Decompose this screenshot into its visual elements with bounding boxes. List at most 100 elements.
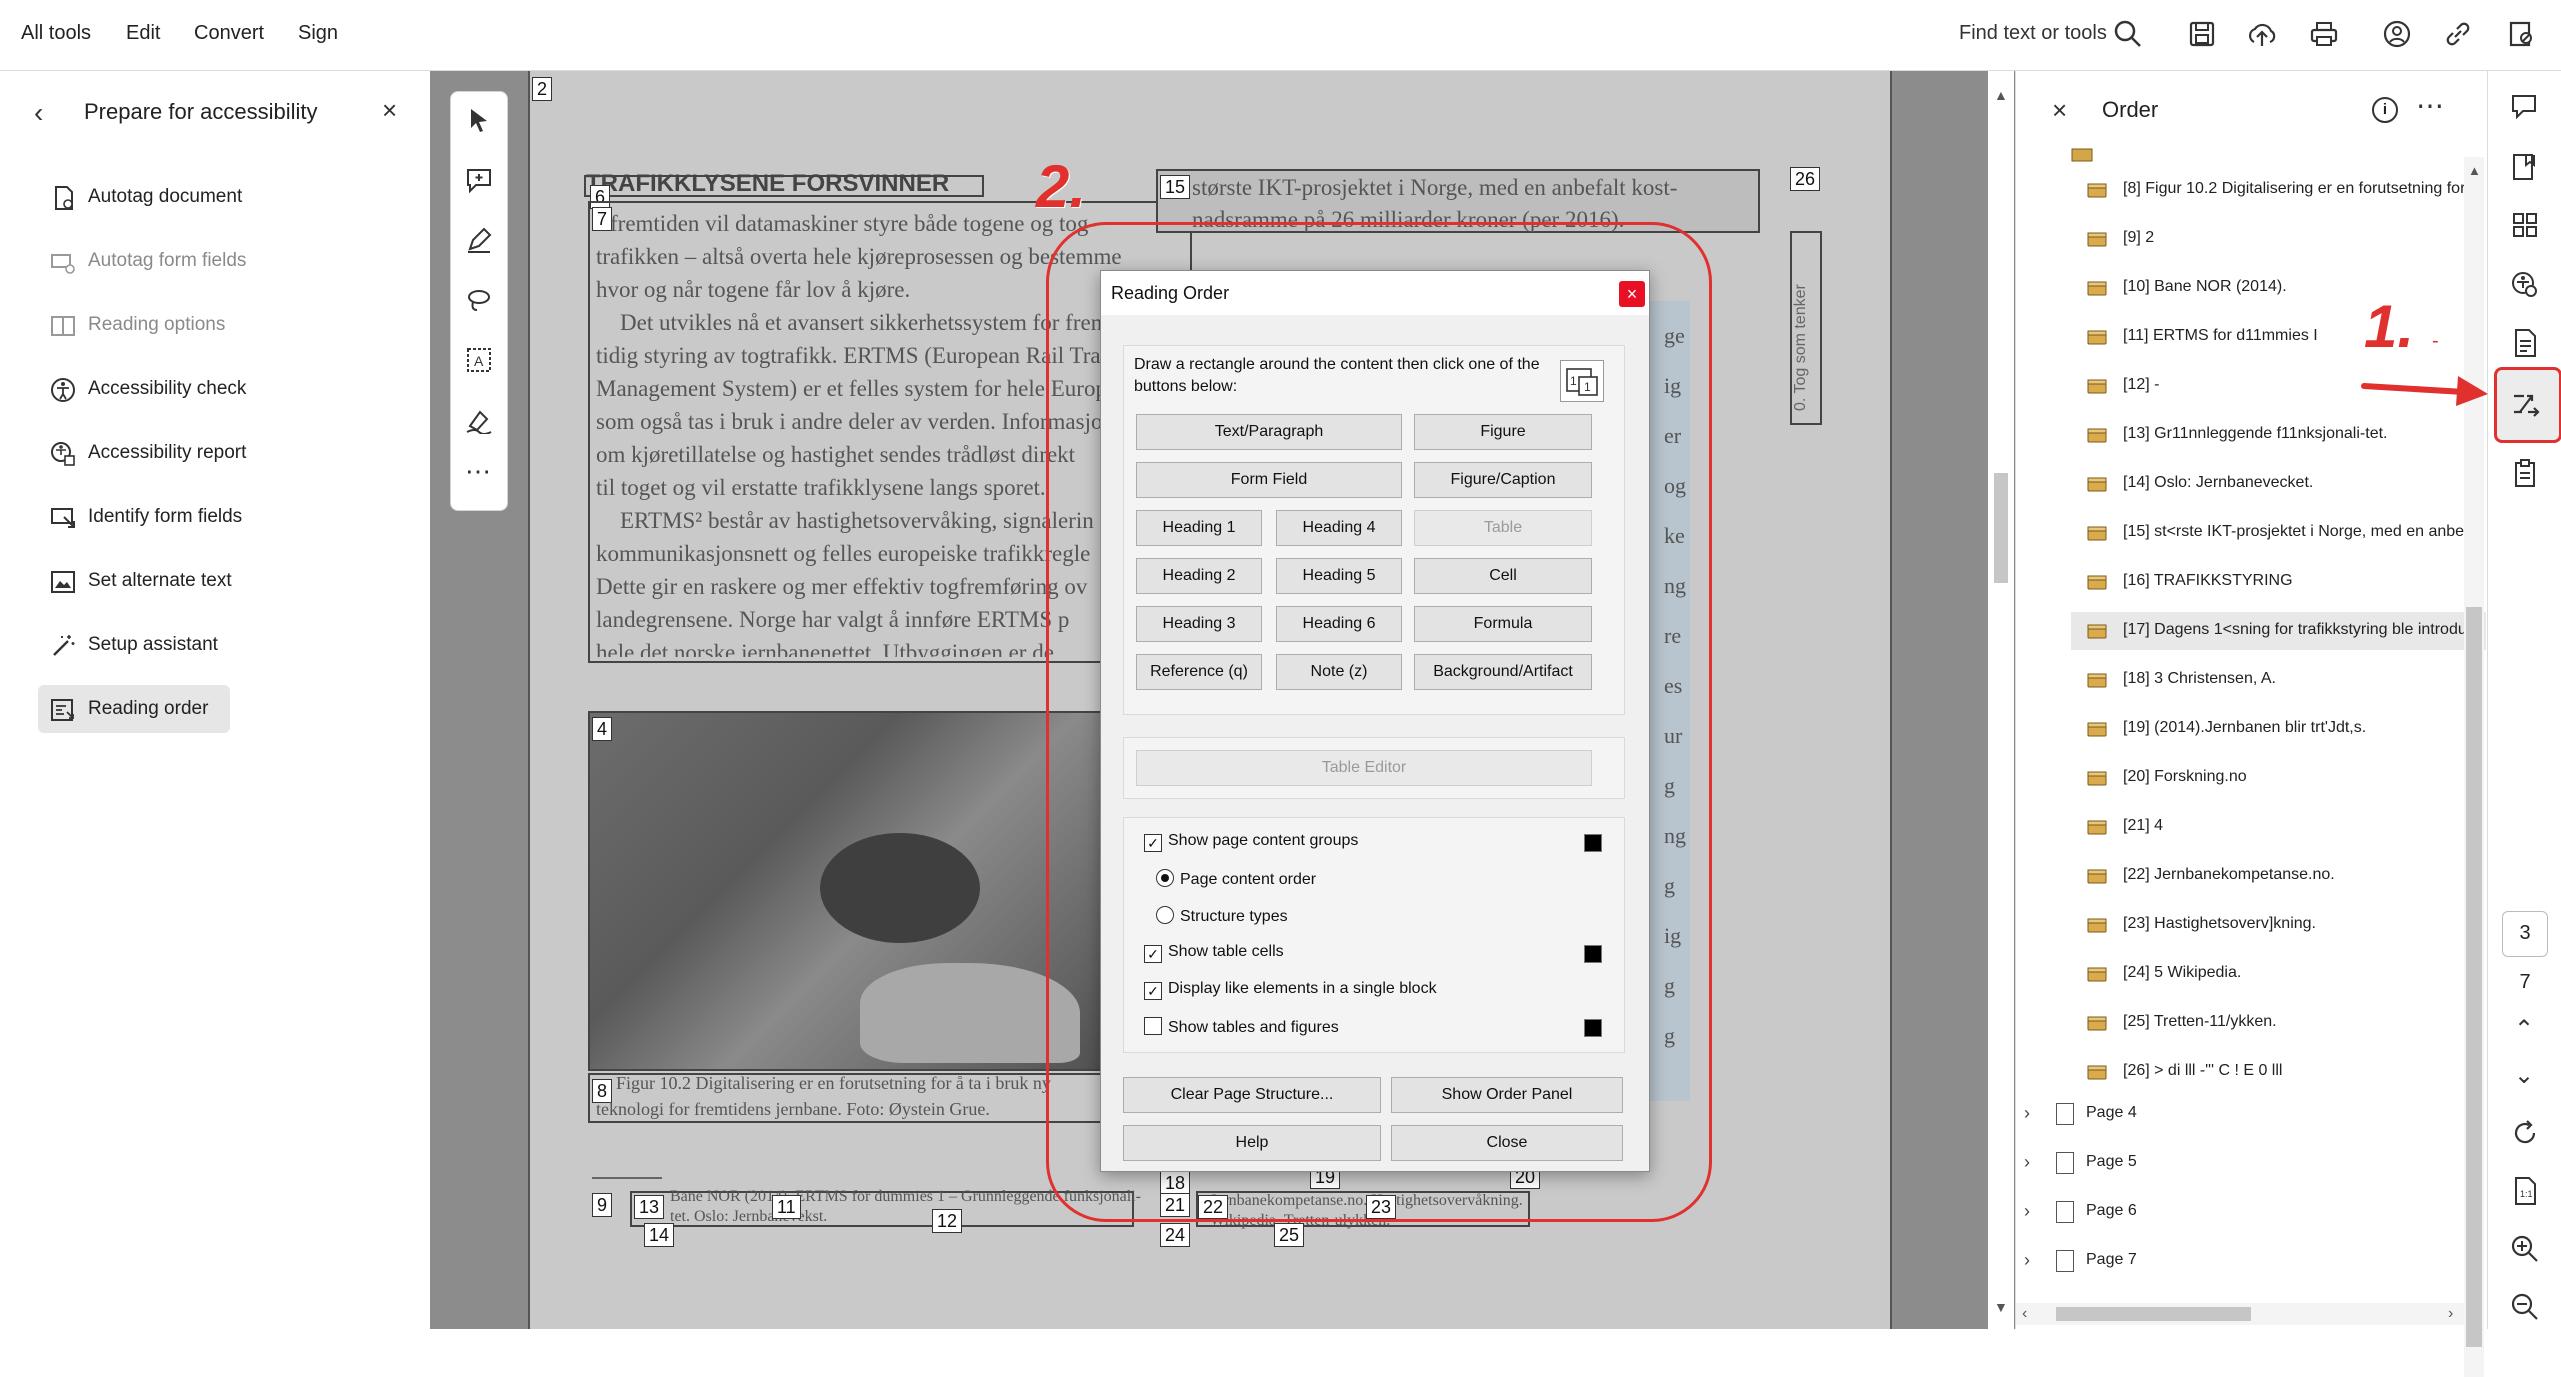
page-down-icon[interactable]: ⌄ — [2514, 1061, 2534, 1090]
order-tag[interactable]: 18 — [1160, 1171, 1191, 1195]
order-list-item[interactable]: [8] Figur 10.2 Digitalisering er en foru… — [2071, 171, 2486, 209]
order-list-item[interactable]: [23] Hastighetsoverv]kning. — [2071, 906, 2486, 944]
order-panel-button[interactable] — [2494, 367, 2561, 443]
order-tag[interactable]: 15 — [1160, 175, 1191, 199]
btn-text-paragraph[interactable]: Text/Paragraph — [1136, 414, 1402, 450]
btn-reference[interactable]: Reference (q) — [1136, 654, 1262, 690]
order-tag[interactable]: 23 — [1366, 1195, 1397, 1219]
order-list-item[interactable]: [18] 3 Christensen, A. — [2071, 661, 2486, 699]
scroll-right-icon[interactable]: › — [2448, 1305, 2453, 1323]
fit-page-icon[interactable]: 1:1 — [2509, 1175, 2541, 1207]
bookmarks-icon[interactable] — [2509, 151, 2541, 183]
btn-formula[interactable]: Formula — [1414, 606, 1592, 642]
search-icon[interactable] — [2112, 18, 2144, 50]
scroll-down-icon[interactable]: ▼ — [1994, 1299, 2008, 1315]
scroll-thumb[interactable] — [2056, 1307, 2251, 1321]
chk-display-like-elements[interactable]: ✓ Display like elements in a single block — [1144, 980, 1437, 1000]
page-node-6[interactable]: › Page 6 — [2016, 1193, 2436, 1231]
find-text-or-tools[interactable]: Find text or tools — [1959, 22, 2107, 45]
order-tag[interactable]: 25 — [1274, 1223, 1305, 1247]
order-list-item[interactable]: [16] TRAFIKKSTYRING — [2071, 563, 2486, 601]
more-options-icon[interactable]: ⋯ — [2416, 89, 2444, 122]
order-list-item[interactable]: [25] Tretten-11/ykken. — [2071, 1004, 2486, 1042]
order-tag[interactable]: 12 — [932, 1209, 963, 1233]
fill-sign-icon[interactable] — [465, 406, 493, 434]
chevron-right-icon[interactable]: › — [2024, 1152, 2030, 1173]
order-vertical-scrollbar[interactable]: ▲ — [2464, 157, 2484, 1377]
btn-table[interactable]: Table — [1414, 510, 1592, 546]
btn-background-artifact[interactable]: Background/Artifact — [1414, 654, 1592, 690]
dialog-close-icon[interactable]: × — [1619, 281, 1645, 307]
share-user-icon[interactable] — [2381, 18, 2413, 50]
order-list-item[interactable]: [17] Dagens 1<sning for trafikkstyring b… — [2071, 612, 2486, 650]
tool-set-alternate-text[interactable]: Set alternate text — [38, 557, 232, 605]
scroll-up-icon[interactable]: ▲ — [1994, 87, 2008, 103]
tool-reading-order[interactable]: Reading order — [38, 685, 230, 733]
text-select-icon[interactable]: A — [465, 346, 493, 374]
photo-figure[interactable] — [588, 711, 1126, 1071]
btn-form-field[interactable]: Form Field — [1136, 462, 1402, 498]
accessibility-tags-icon[interactable] — [2509, 269, 2541, 301]
zoom-out-icon[interactable] — [2509, 1291, 2541, 1323]
order-list-item[interactable]: [10] Bane NOR (2014). — [2071, 269, 2486, 307]
menu-sign[interactable]: Sign — [298, 22, 338, 45]
order-tag[interactable]: 24 — [1160, 1223, 1191, 1247]
chk-show-tables-and-figures[interactable]: Show tables and figures — [1144, 1017, 1339, 1037]
color-swatch[interactable] — [1584, 834, 1602, 852]
tool-accessibility-check[interactable]: Accessibility check — [38, 365, 246, 413]
color-swatch[interactable] — [1584, 945, 1602, 963]
btn-close[interactable]: Close — [1391, 1125, 1623, 1161]
menu-convert[interactable]: Convert — [194, 22, 264, 45]
btn-heading-3[interactable]: Heading 3 — [1136, 606, 1262, 642]
scroll-left-icon[interactable]: ‹ — [2022, 1305, 2027, 1323]
tool-autotag-document[interactable]: Autotag document — [38, 173, 242, 221]
order-tag[interactable]: 11 — [772, 1195, 801, 1219]
chk-show-table-cells[interactable]: ✓ Show table cells — [1144, 943, 1284, 963]
chevron-right-icon[interactable]: › — [2024, 1103, 2030, 1124]
content-panel-icon[interactable] — [2509, 327, 2541, 359]
color-swatch[interactable] — [1584, 1019, 1602, 1037]
page-node-4[interactable]: › Page 4 — [2016, 1095, 2436, 1133]
order-list-item[interactable]: [11] ERTMS for d11mmies I — [2071, 318, 2486, 356]
tool-identify-form-fields[interactable]: Identify form fields — [38, 493, 242, 541]
page-node-5[interactable]: › Page 5 — [2016, 1144, 2436, 1182]
freehand-draw-icon[interactable] — [465, 286, 493, 314]
structure-preview-icon[interactable]: 11 — [1560, 360, 1604, 402]
chk-show-page-content-groups[interactable]: ✓ Show page content groups — [1144, 832, 1358, 852]
cloud-upload-icon[interactable] — [2246, 18, 2278, 50]
menu-all-tools[interactable]: All tools — [21, 22, 91, 45]
order-tag[interactable]: 22 — [1198, 1195, 1229, 1219]
order-list-item[interactable]: [26] > di lll -"' C ! E 0 lll — [2071, 1053, 2486, 1091]
order-tag[interactable]: 2 — [532, 77, 553, 101]
save-icon[interactable] — [2186, 18, 2218, 50]
order-list-item[interactable]: [9] 2 — [2071, 220, 2486, 258]
dialog-titlebar[interactable]: Reading Order × — [1101, 271, 1649, 315]
btn-heading-4[interactable]: Heading 4 — [1276, 510, 1402, 546]
scroll-thumb[interactable] — [1994, 473, 2008, 583]
rotate-icon[interactable] — [2509, 1117, 2541, 1149]
order-tag[interactable]: 13 — [634, 1195, 665, 1219]
page-node-7[interactable]: › Page 7 — [2016, 1242, 2436, 1280]
order-list-item[interactable]: [21] 4 — [2071, 808, 2486, 846]
highlight-pen-icon[interactable] — [465, 226, 493, 254]
tool-reading-options[interactable]: Reading options — [38, 301, 230, 349]
chevron-right-icon[interactable]: › — [2024, 1201, 2030, 1222]
menu-edit[interactable]: Edit — [126, 22, 160, 45]
zoom-in-icon[interactable] — [2509, 1233, 2541, 1265]
tool-accessibility-report[interactable]: Accessibility report — [38, 429, 246, 477]
link-icon[interactable] — [2442, 18, 2474, 50]
btn-table-editor[interactable]: Table Editor — [1136, 750, 1592, 786]
order-horizontal-scrollbar[interactable]: ‹ › — [2016, 1303, 2466, 1325]
btn-heading-1[interactable]: Heading 1 — [1136, 510, 1262, 546]
order-list-item[interactable]: [13] Gr11nnleggende f11nksjonali-tet. — [2071, 416, 2486, 454]
btn-heading-6[interactable]: Heading 6 — [1276, 606, 1402, 642]
document-scrollbar[interactable]: ▲ ▼ — [1988, 71, 2014, 1329]
page-number-box[interactable]: 3 — [2502, 911, 2548, 957]
order-tag[interactable]: 9 — [592, 1193, 613, 1217]
btn-note[interactable]: Note (z) — [1276, 654, 1402, 690]
tool-setup-assistant[interactable]: Setup assistant — [38, 621, 230, 669]
radio-page-content-order[interactable]: Page content order — [1156, 869, 1316, 889]
btn-clear-page-structure[interactable]: Clear Page Structure... — [1123, 1077, 1381, 1113]
order-tag[interactable]: 26 — [1790, 167, 1821, 191]
order-list-item[interactable]: [14] Oslo: Jernbanevecket. — [2071, 465, 2486, 503]
